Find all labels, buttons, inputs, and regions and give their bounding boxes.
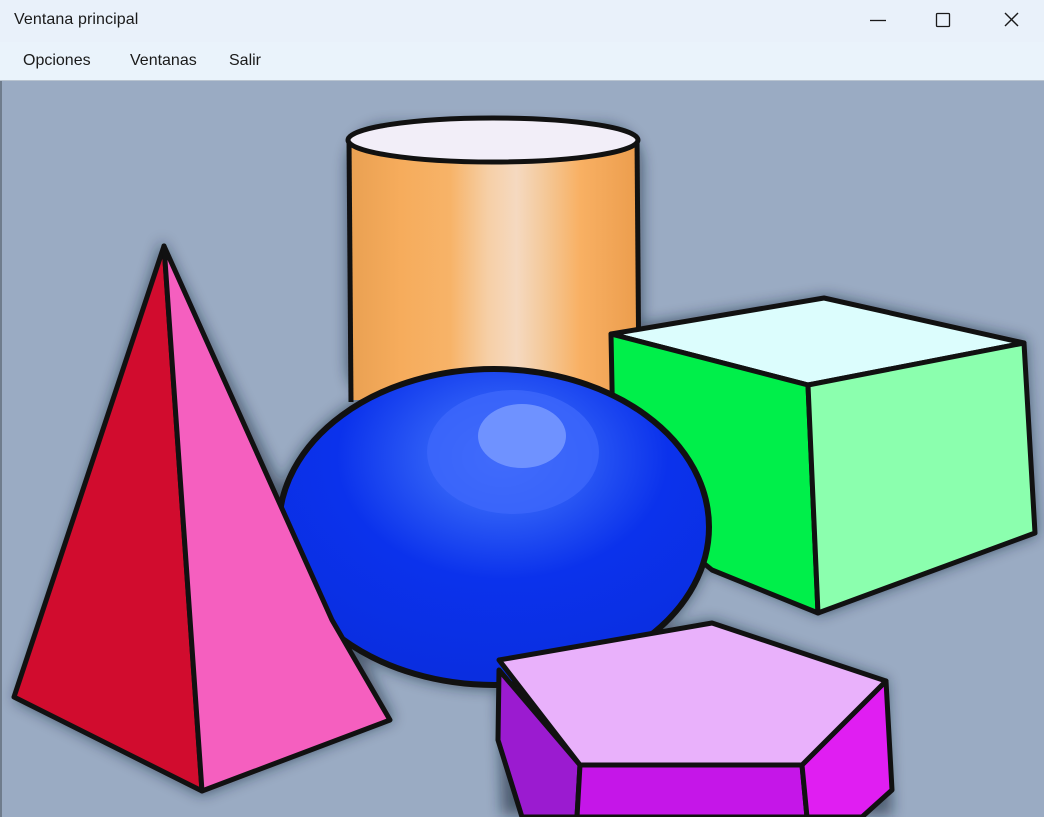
geometric-shapes-illustration — [11, 115, 1038, 817]
cylinder-shape — [345, 115, 642, 403]
window-title: Ventana principal — [14, 11, 139, 28]
menu-bar: Opciones Ventanas Salir — [0, 42, 1044, 81]
close-icon — [1004, 12, 1019, 27]
maximize-icon — [935, 12, 951, 28]
close-button[interactable] — [978, 0, 1044, 40]
menu-item-ventanas[interactable]: Ventanas — [130, 52, 197, 70]
menu-item-opciones[interactable]: Opciones — [23, 52, 91, 70]
menu-item-salir[interactable]: Salir — [229, 52, 261, 70]
minimize-button[interactable] — [846, 0, 912, 40]
minimize-icon — [870, 19, 886, 22]
hexagonal-prism-shape — [495, 620, 895, 817]
maximize-button[interactable] — [910, 0, 976, 40]
main-window: Ventana principal Opciones Ventanas Sali… — [0, 0, 1044, 817]
title-bar[interactable]: Ventana principal — [0, 0, 1044, 42]
client-area — [0, 81, 1044, 817]
